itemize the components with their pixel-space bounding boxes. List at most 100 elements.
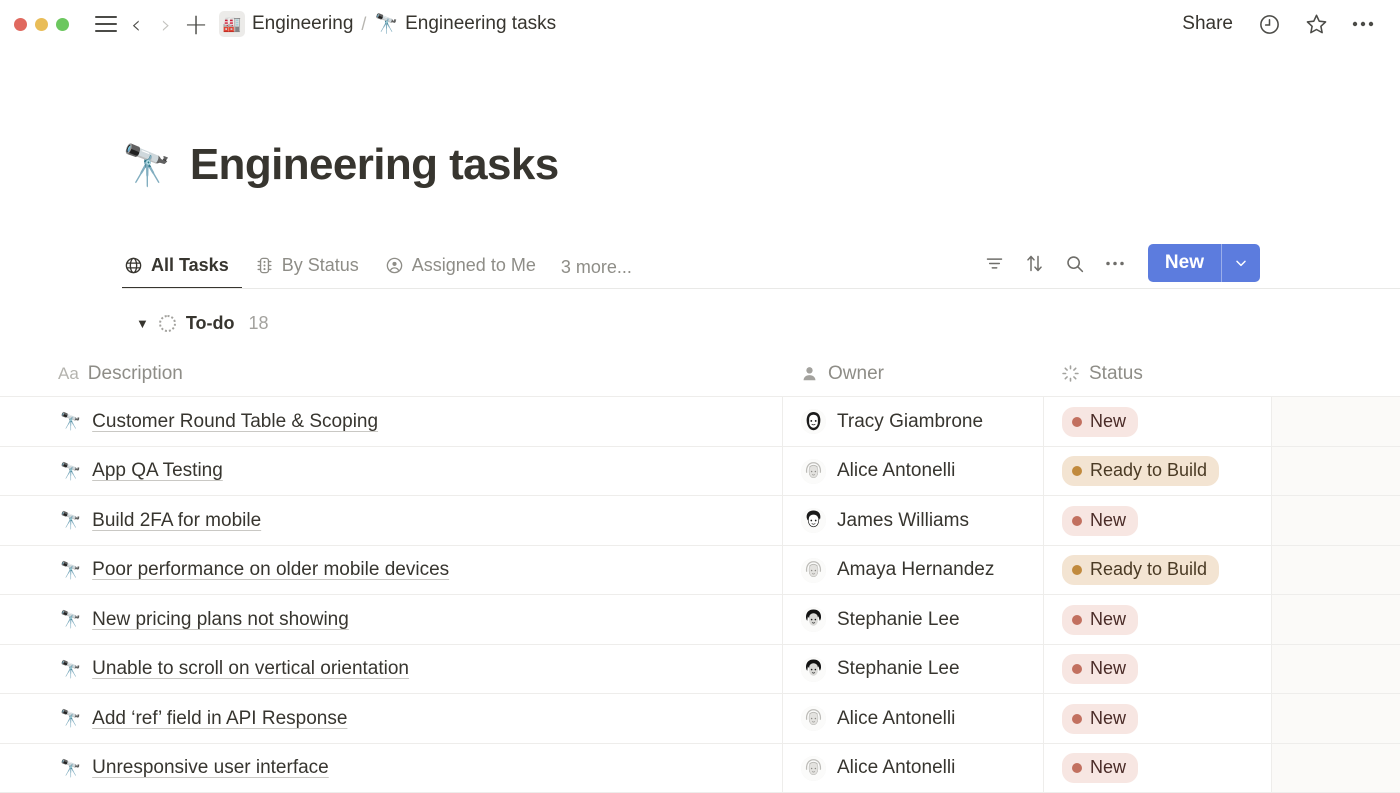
- maximize-window-button[interactable]: [56, 17, 69, 31]
- table-row[interactable]: 🔭 Add ‘ref’ field in API Response Alice An…: [0, 694, 1400, 744]
- cell-owner[interactable]: Tracy Giambrone: [782, 397, 1043, 446]
- cell-description[interactable]: 🔭 App QA Testing: [0, 447, 782, 496]
- owner-name: Stephanie Lee: [837, 658, 960, 680]
- status-badge: New: [1062, 505, 1139, 536]
- cell-description[interactable]: 🔭 Poor performance on older mobile device…: [0, 546, 782, 595]
- column-header-owner[interactable]: Owner: [782, 351, 1043, 396]
- table-row[interactable]: 🔭 Unresponsive user interface Alice Antone…: [0, 743, 1400, 793]
- task-title[interactable]: Unable to scroll on vertical orientation: [92, 658, 409, 680]
- back-chevron-icon: ‹: [131, 9, 141, 39]
- cell-owner[interactable]: Alice Antonelli: [782, 743, 1043, 793]
- cell-status[interactable]: New: [1043, 496, 1271, 545]
- status-dot-icon: [1072, 664, 1082, 675]
- table-row[interactable]: 🔭 Poor performance on older mobile device…: [0, 545, 1400, 596]
- tab-by-status[interactable]: By Status: [242, 255, 372, 289]
- cell-status[interactable]: Ready to Build: [1043, 446, 1271, 496]
- binoculars-icon: 🔭: [374, 14, 399, 35]
- cell-description[interactable]: 🔭 Build 2FA for mobile: [0, 496, 782, 545]
- status-label: New: [1090, 608, 1127, 629]
- favorite-button[interactable]: [1301, 9, 1331, 39]
- status-badge: Ready to Build: [1062, 555, 1220, 586]
- cell-status[interactable]: New: [1043, 694, 1271, 743]
- column-header-description[interactable]: Aa Description: [0, 351, 782, 396]
- more-options-button[interactable]: [1348, 9, 1378, 39]
- tab-label-by-status: By Status: [281, 255, 359, 276]
- view-more-button[interactable]: [1098, 246, 1132, 280]
- cell-description[interactable]: 🔭 Unable to scroll on vertical orientatio…: [0, 645, 782, 694]
- nav-back-button[interactable]: ‹: [121, 9, 151, 39]
- table-row[interactable]: 🔭 New pricing plans not showing Stephanie …: [0, 595, 1400, 645]
- table-row[interactable]: 🔭 App QA Testing Alice Antonelli Ready to B…: [0, 446, 1400, 497]
- cell-spacer: [1271, 545, 1400, 595]
- task-title[interactable]: Build 2FA for mobile: [92, 510, 261, 532]
- binoculars-icon: 🔭: [60, 610, 82, 630]
- tasks-table: Aa Description Owner Status 🔭 Customer R…: [0, 351, 1400, 793]
- task-title[interactable]: Add ‘ref’ field in API Response: [92, 708, 347, 730]
- task-title[interactable]: Customer Round Table & Scoping: [92, 411, 378, 433]
- window-titlebar: ‹ › + 🏭 Engineering / 🔭 Engineering task…: [0, 0, 1400, 48]
- search-button[interactable]: [1058, 246, 1092, 280]
- table-row[interactable]: 🔭 Build 2FA for mobile James Williams New: [0, 496, 1400, 546]
- filter-icon: [987, 258, 1003, 269]
- avatar: [801, 409, 826, 435]
- group-collapse-caret-icon[interactable]: ▼: [136, 317, 149, 330]
- binoculars-icon: 🔭: [122, 143, 172, 188]
- cell-owner[interactable]: Alice Antonelli: [782, 694, 1043, 743]
- cell-status[interactable]: New: [1043, 397, 1271, 446]
- filter-button[interactable]: [978, 246, 1012, 280]
- status-label: Ready to Build: [1090, 559, 1208, 580]
- ellipsis-icon: [1106, 261, 1124, 266]
- sort-button[interactable]: [1018, 246, 1052, 280]
- group-header-todo[interactable]: ▼ To-do 18: [122, 309, 1400, 337]
- breadcrumb-item-engineering-tasks[interactable]: 🔭 Engineering tasks: [374, 12, 556, 36]
- new-page-button[interactable]: +: [181, 9, 211, 39]
- tabs-more-button[interactable]: 3 more...: [549, 257, 644, 289]
- cell-status[interactable]: Ready to Build: [1043, 545, 1271, 595]
- chevron-down-icon: [1236, 260, 1246, 267]
- person-circle-icon: [385, 256, 404, 275]
- owner-name: Stephanie Lee: [837, 608, 960, 630]
- cell-status[interactable]: New: [1043, 743, 1271, 793]
- new-button-dropdown[interactable]: [1221, 244, 1260, 283]
- nav-forward-button[interactable]: ›: [151, 9, 181, 39]
- cell-description[interactable]: 🔭 Add ‘ref’ field in API Response: [0, 694, 782, 743]
- task-title[interactable]: Unresponsive user interface: [92, 757, 329, 779]
- task-title[interactable]: App QA Testing: [92, 460, 223, 482]
- status-dot-icon: [1072, 763, 1082, 774]
- column-header-status[interactable]: Status: [1043, 351, 1271, 396]
- cell-owner[interactable]: Amaya Hernandez: [782, 545, 1043, 595]
- share-button[interactable]: Share: [1178, 10, 1237, 38]
- tab-all-tasks[interactable]: All Tasks: [122, 255, 242, 290]
- close-window-button[interactable]: [14, 17, 27, 31]
- cell-owner[interactable]: Alice Antonelli: [782, 446, 1043, 496]
- column-label-owner: Owner: [828, 362, 884, 384]
- task-title[interactable]: Poor performance on older mobile devices: [92, 559, 449, 581]
- owner-name: Alice Antonelli: [837, 757, 956, 779]
- owner-name: James Williams: [837, 509, 969, 531]
- status-label: Ready to Build: [1090, 460, 1208, 481]
- table-row[interactable]: 🔭 Customer Round Table & Scoping Tracy Gia…: [0, 397, 1400, 447]
- cell-owner[interactable]: Stephanie Lee: [782, 644, 1043, 694]
- cell-status[interactable]: New: [1043, 644, 1271, 694]
- tab-assigned-to-me[interactable]: Assigned to Me: [372, 255, 549, 289]
- cell-description[interactable]: 🔭 Customer Round Table & Scoping: [0, 397, 782, 446]
- new-button[interactable]: New: [1148, 244, 1221, 282]
- cell-description[interactable]: 🔭 New pricing plans not showing: [0, 595, 782, 644]
- table-row[interactable]: 🔭 Unable to scroll on vertical orientatio…: [0, 644, 1400, 695]
- search-icon: [1067, 256, 1084, 272]
- minimize-window-button[interactable]: [35, 17, 48, 31]
- task-title[interactable]: New pricing plans not showing: [92, 609, 349, 631]
- tab-label-all-tasks: All Tasks: [151, 255, 229, 276]
- sidebar-toggle-button[interactable]: [91, 9, 121, 39]
- new-button-group: New: [1147, 244, 1260, 283]
- cell-owner[interactable]: Stephanie Lee: [782, 595, 1043, 644]
- cell-status[interactable]: New: [1043, 595, 1271, 644]
- page-title: Engineering tasks: [189, 140, 559, 190]
- page-history-button[interactable]: [1254, 9, 1284, 39]
- binoculars-icon: 🔭: [60, 560, 82, 580]
- cell-description[interactable]: 🔭 Unresponsive user interface: [0, 744, 782, 793]
- cell-owner[interactable]: James Williams: [782, 496, 1043, 545]
- status-dot-icon: [1072, 614, 1082, 625]
- table-body: 🔭 Customer Round Table & Scoping Tracy Gia…: [0, 397, 1400, 793]
- breadcrumb-item-engineering[interactable]: 🏭 Engineering: [219, 11, 353, 37]
